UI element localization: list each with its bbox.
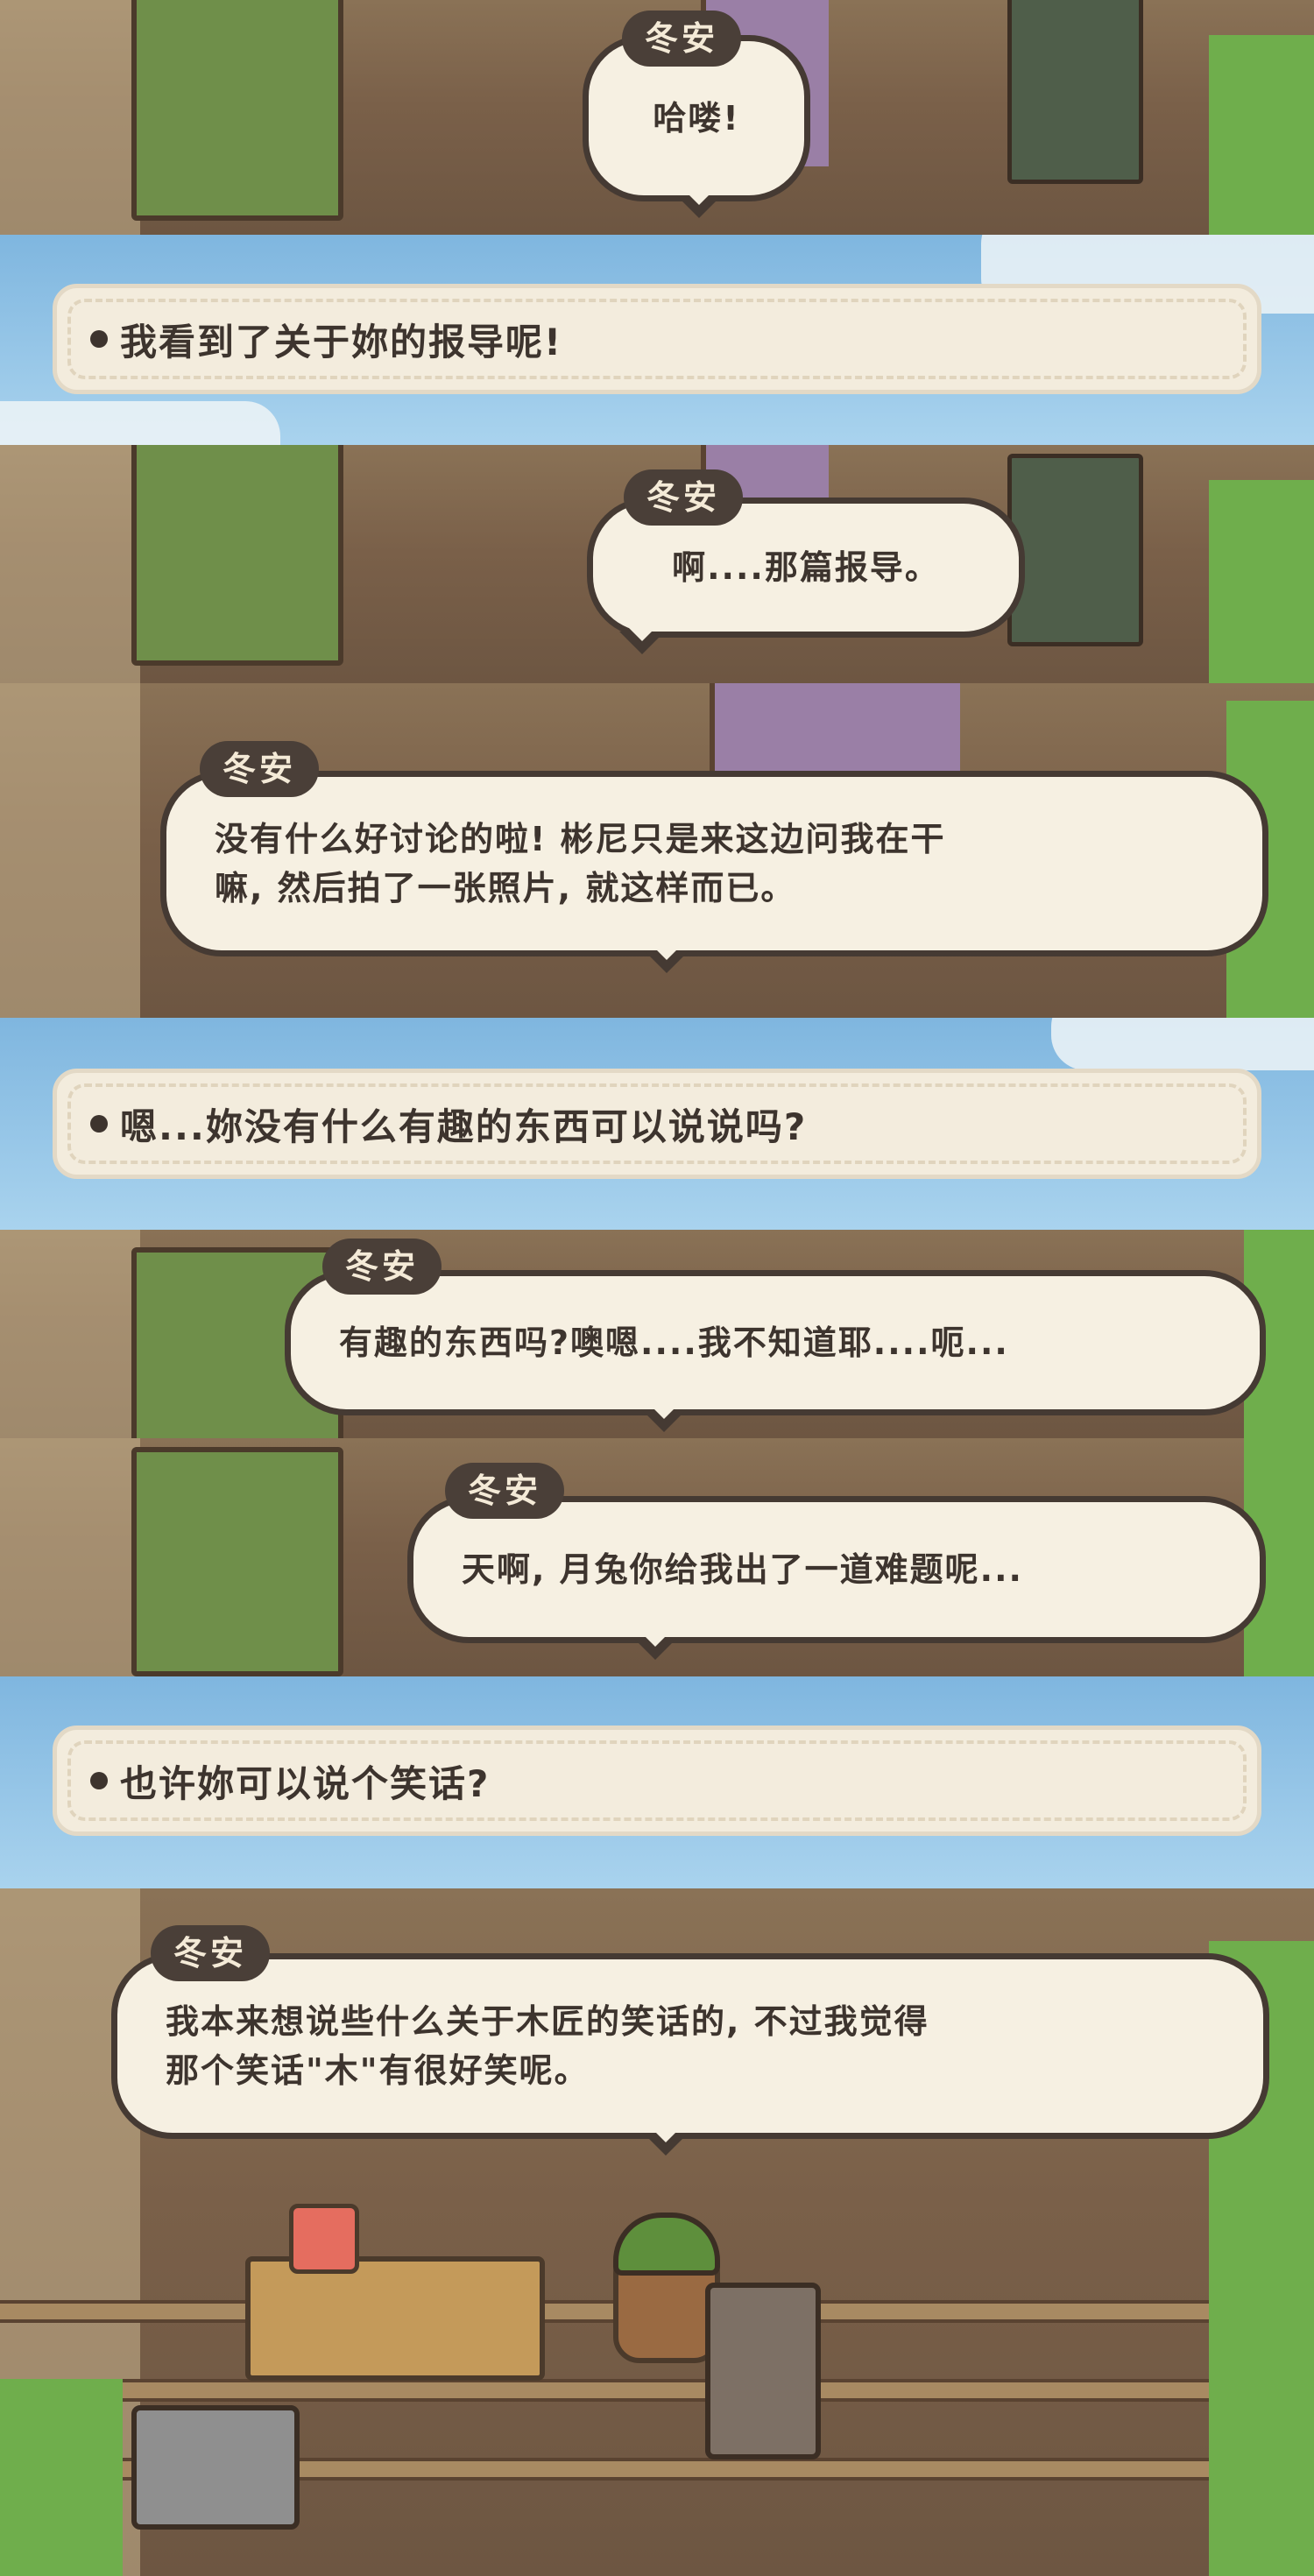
tool-board bbox=[131, 1447, 343, 1676]
speaker-name-tag: 冬安 bbox=[622, 11, 742, 67]
bubble-tail bbox=[644, 944, 689, 973]
bubble-tail bbox=[619, 625, 665, 654]
dialogue-bubble[interactable]: 我本来想说些什么关于木匠的笑话的, 不过我觉得 那个笑话"木"有很好笑呢。 bbox=[111, 1953, 1269, 2156]
battery-box bbox=[131, 2405, 300, 2530]
table bbox=[245, 2256, 545, 2381]
cloud bbox=[1051, 1018, 1314, 1070]
back-wall bbox=[0, 0, 140, 235]
back-wall bbox=[0, 1230, 140, 1438]
dialogue-text: 有趣的东西吗?噢嗯....我不知道耶....呃... bbox=[339, 1323, 1009, 1362]
dialogue-text: 没有什么好讨论的啦! 彬尼只是来这边问我在干 嘛, 然后拍了一张照片, 就这样而… bbox=[215, 820, 946, 907]
dialogue-text: 天啊, 月兔你给我出了一道难题呢... bbox=[462, 1550, 1023, 1589]
dialogue-bubble[interactable]: 没有什么好讨论的啦! 彬尼只是来这边问我在干 嘛, 然后拍了一张照片, 就这样而… bbox=[160, 771, 1268, 973]
choice-option[interactable]: 我看到了关于妳的报导呢! bbox=[53, 284, 1261, 394]
scene-frame-3: 没有什么好讨论的啦! 彬尼只是来这边问我在干 嘛, 然后拍了一张照片, 就这样而… bbox=[0, 683, 1314, 1018]
spool-shelf bbox=[1007, 454, 1143, 646]
choice-option[interactable]: 也许妳可以说个笑话? bbox=[53, 1726, 1261, 1836]
grass bbox=[0, 2379, 123, 2576]
choice-frame-2: 嗯...妳没有什么有趣的东西可以说说吗? bbox=[0, 1018, 1314, 1230]
spool-shelf bbox=[1007, 0, 1143, 184]
back-wall bbox=[0, 445, 140, 683]
bubble-tail bbox=[632, 1631, 678, 1660]
scene-frame-2: 啊....那篇报导。 冬安 bbox=[0, 445, 1314, 683]
dialogue-bubble[interactable]: 有趣的东西吗?噢嗯....我不知道耶....呃... bbox=[285, 1270, 1266, 1432]
grass bbox=[1209, 35, 1314, 235]
bubble-tail bbox=[641, 1403, 687, 1432]
back-wall bbox=[0, 683, 140, 1018]
grass bbox=[1209, 480, 1314, 683]
speaker-name-tag: 冬安 bbox=[322, 1239, 442, 1295]
dialogue-text: 啊....那篇报导。 bbox=[672, 548, 940, 587]
tool-board bbox=[131, 445, 343, 666]
choice-text: 嗯...妳没有什么有趣的东西可以说说吗? bbox=[120, 1105, 808, 1148]
choice-frame-3: 也许妳可以说个笑话? bbox=[0, 1676, 1314, 1888]
bullet-icon bbox=[90, 1772, 108, 1789]
choice-text: 也许妳可以说个笑话? bbox=[120, 1761, 491, 1805]
bubble-tail bbox=[676, 189, 722, 218]
speaker-name-tag: 冬安 bbox=[151, 1925, 271, 1981]
workbench-vise bbox=[705, 2283, 821, 2460]
tool-board bbox=[131, 0, 343, 221]
cloud bbox=[0, 401, 280, 445]
bullet-icon bbox=[90, 1115, 108, 1133]
back-wall bbox=[0, 1438, 140, 1676]
mug-icon bbox=[289, 2204, 359, 2274]
dialogue-text: 哈喽! bbox=[653, 99, 740, 138]
dialogue-text: 我本来想说些什么关于木匠的笑话的, 不过我觉得 那个笑话"木"有很好笑呢。 bbox=[166, 2002, 929, 2090]
scene-frame-4: 有趣的东西吗?噢嗯....我不知道耶....呃... 冬安 bbox=[0, 1230, 1314, 1438]
speaker-name-tag: 冬安 bbox=[624, 469, 744, 526]
curtain bbox=[710, 683, 960, 780]
character-hat bbox=[613, 2213, 720, 2276]
floor-plank bbox=[0, 2379, 1314, 2402]
choice-option[interactable]: 嗯...妳没有什么有趣的东西可以说说吗? bbox=[53, 1069, 1261, 1179]
scene-frame-1: 哈喽! 冬安 bbox=[0, 0, 1314, 235]
bubble-tail bbox=[643, 2127, 689, 2156]
speaker-name-tag: 冬安 bbox=[200, 741, 320, 797]
scene-frame-6: 我本来想说些什么关于木匠的笑话的, 不过我觉得 那个笑话"木"有很好笑呢。 冬安 bbox=[0, 1888, 1314, 2576]
bullet-icon bbox=[90, 330, 108, 348]
speaker-name-tag: 冬安 bbox=[445, 1463, 565, 1519]
choice-frame-1: 我看到了关于妳的报导呢! bbox=[0, 235, 1314, 445]
scene-frame-5: 天啊, 月兔你给我出了一道难题呢... 冬安 bbox=[0, 1438, 1314, 1676]
choice-text: 我看到了关于妳的报导呢! bbox=[120, 320, 563, 363]
